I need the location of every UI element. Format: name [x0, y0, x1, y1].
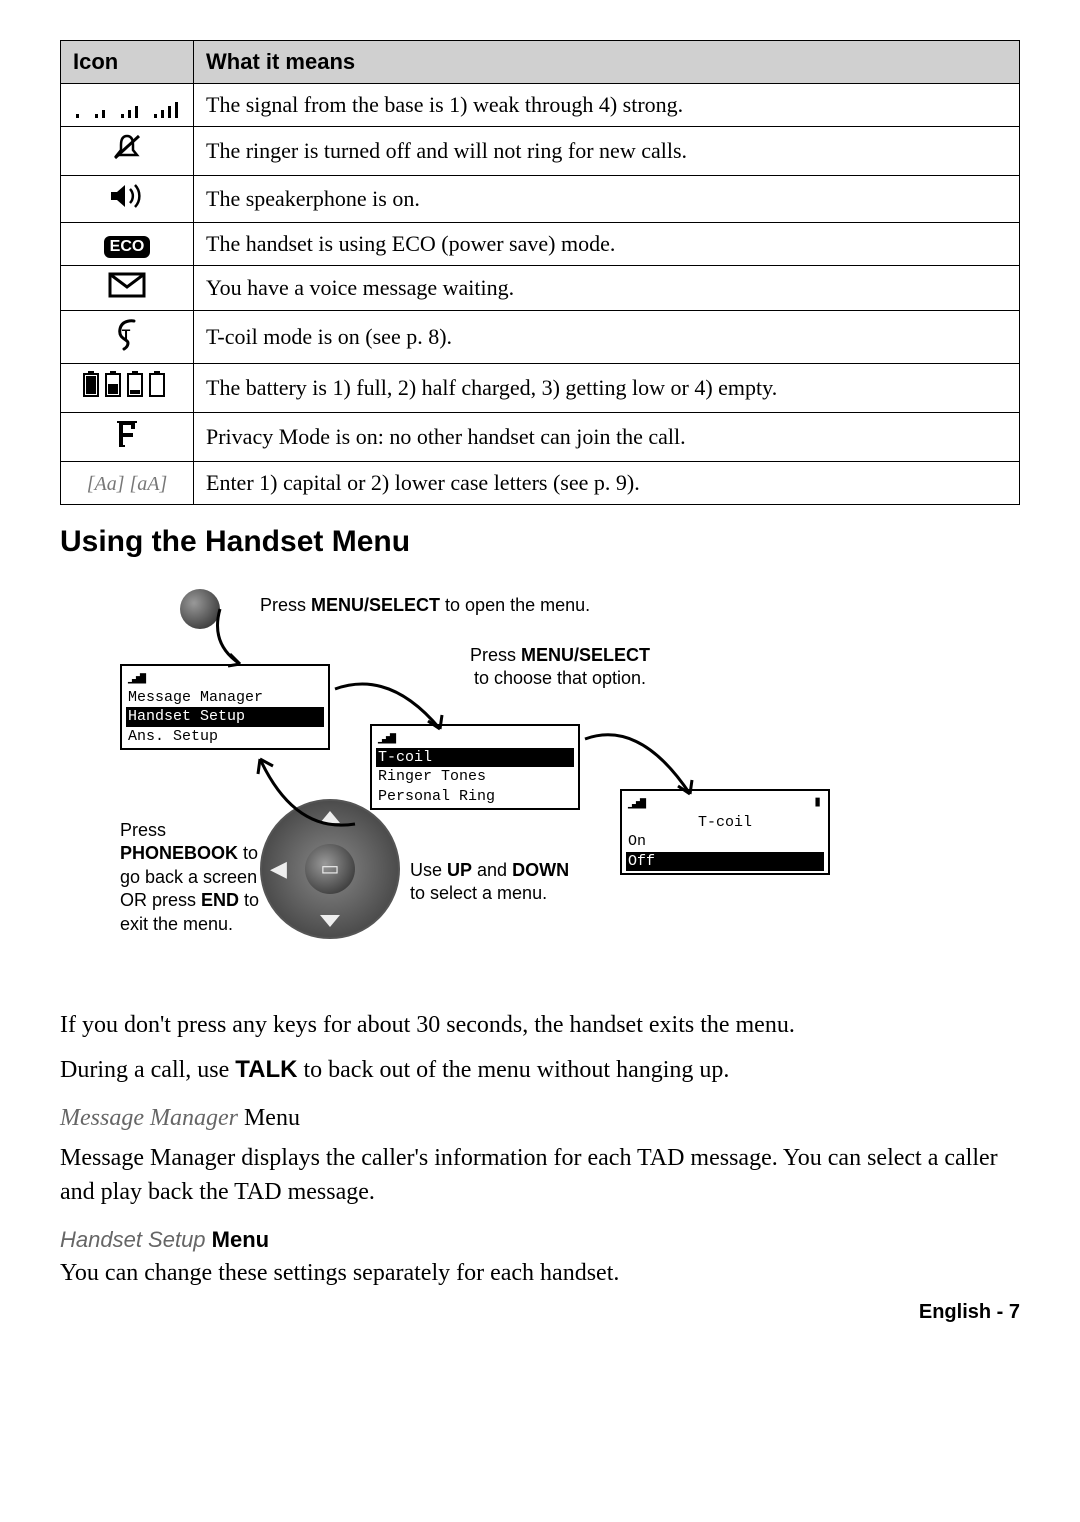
meaning-text: The handset is using ECO (power save) mo…: [194, 223, 1020, 266]
lcd-screen-1: Message Manager Handset Setup Ans. Setup: [120, 664, 330, 750]
voicemail-icon: [61, 266, 194, 311]
handset-setup-body: You can change these settings separately…: [60, 1257, 1020, 1291]
caption-choose-option: Press MENU/SELECT to choose that option.: [460, 644, 660, 691]
meaning-text: Privacy Mode is on: no other handset can…: [194, 413, 1020, 462]
letter-case-icon: [Aa] [aA]: [61, 462, 194, 505]
signal-bars-icon: [61, 84, 194, 127]
message-manager-body: Message Manager displays the caller's in…: [60, 1142, 1020, 1209]
table-row: The signal from the base is 1) weak thro…: [61, 84, 1020, 127]
speakerphone-icon: [61, 176, 194, 223]
caption-up-down: Use UP and DOWN to select a menu.: [410, 859, 580, 906]
table-row: Privacy Mode is on: no other handset can…: [61, 413, 1020, 462]
meaning-text: The speakerphone is on.: [194, 176, 1020, 223]
page-footer: English - 7: [60, 1301, 1020, 1324]
table-row: The battery is 1) full, 2) half charged,…: [61, 364, 1020, 413]
caption-back: Press PHONEBOOK to go back a screen OR p…: [120, 819, 270, 936]
speaker-graphic: [180, 589, 220, 629]
meaning-text: The battery is 1) full, 2) half charged,…: [194, 364, 1020, 413]
caption-open-menu: Press MENU/SELECT to open the menu.: [260, 594, 590, 617]
meaning-text: The signal from the base is 1) weak thro…: [194, 84, 1020, 127]
privacy-mode-icon: [61, 413, 194, 462]
arrow-icon: [255, 754, 365, 834]
meaning-text: You have a voice message waiting.: [194, 266, 1020, 311]
table-row: [Aa] [aA] Enter 1) capital or 2) lower c…: [61, 462, 1020, 505]
eco-mode-icon: ECO: [61, 223, 194, 266]
col-header-icon: Icon: [61, 41, 194, 84]
arrow-icon: [330, 679, 450, 739]
table-row: The ringer is turned off and will not ri…: [61, 127, 1020, 176]
meaning-text: Enter 1) capital or 2) lower case letter…: [194, 462, 1020, 505]
menu-navigation-diagram: Press MENU/SELECT to open the menu. Pres…: [60, 569, 1020, 989]
arrow-icon: [580, 729, 700, 809]
icon-meaning-table: Icon What it means The signal from the b…: [60, 40, 1020, 505]
table-row: You have a voice message waiting.: [61, 266, 1020, 311]
battery-levels-icon: [61, 364, 194, 413]
table-row: ECO The handset is using ECO (power save…: [61, 223, 1020, 266]
timeout-note: If you don't press any keys for about 30…: [60, 1009, 1020, 1043]
col-header-meaning: What it means: [194, 41, 1020, 84]
handset-setup-heading: Handset Setup Menu: [60, 1227, 1020, 1253]
message-manager-heading: Message Manager Menu: [60, 1105, 1020, 1132]
section-heading: Using the Handset Menu: [60, 525, 1020, 559]
ringer-off-icon: [61, 127, 194, 176]
table-row: T T-coil mode is on (see p. 8).: [61, 311, 1020, 364]
meaning-text: The ringer is turned off and will not ri…: [194, 127, 1020, 176]
meaning-text: T-coil mode is on (see p. 8).: [194, 311, 1020, 364]
table-row: The speakerphone is on.: [61, 176, 1020, 223]
tcoil-icon: T: [61, 311, 194, 364]
during-call-note: During a call, use TALK to back out of t…: [60, 1053, 1020, 1088]
svg-text:T: T: [122, 326, 131, 342]
arrow-icon: [215, 604, 265, 674]
